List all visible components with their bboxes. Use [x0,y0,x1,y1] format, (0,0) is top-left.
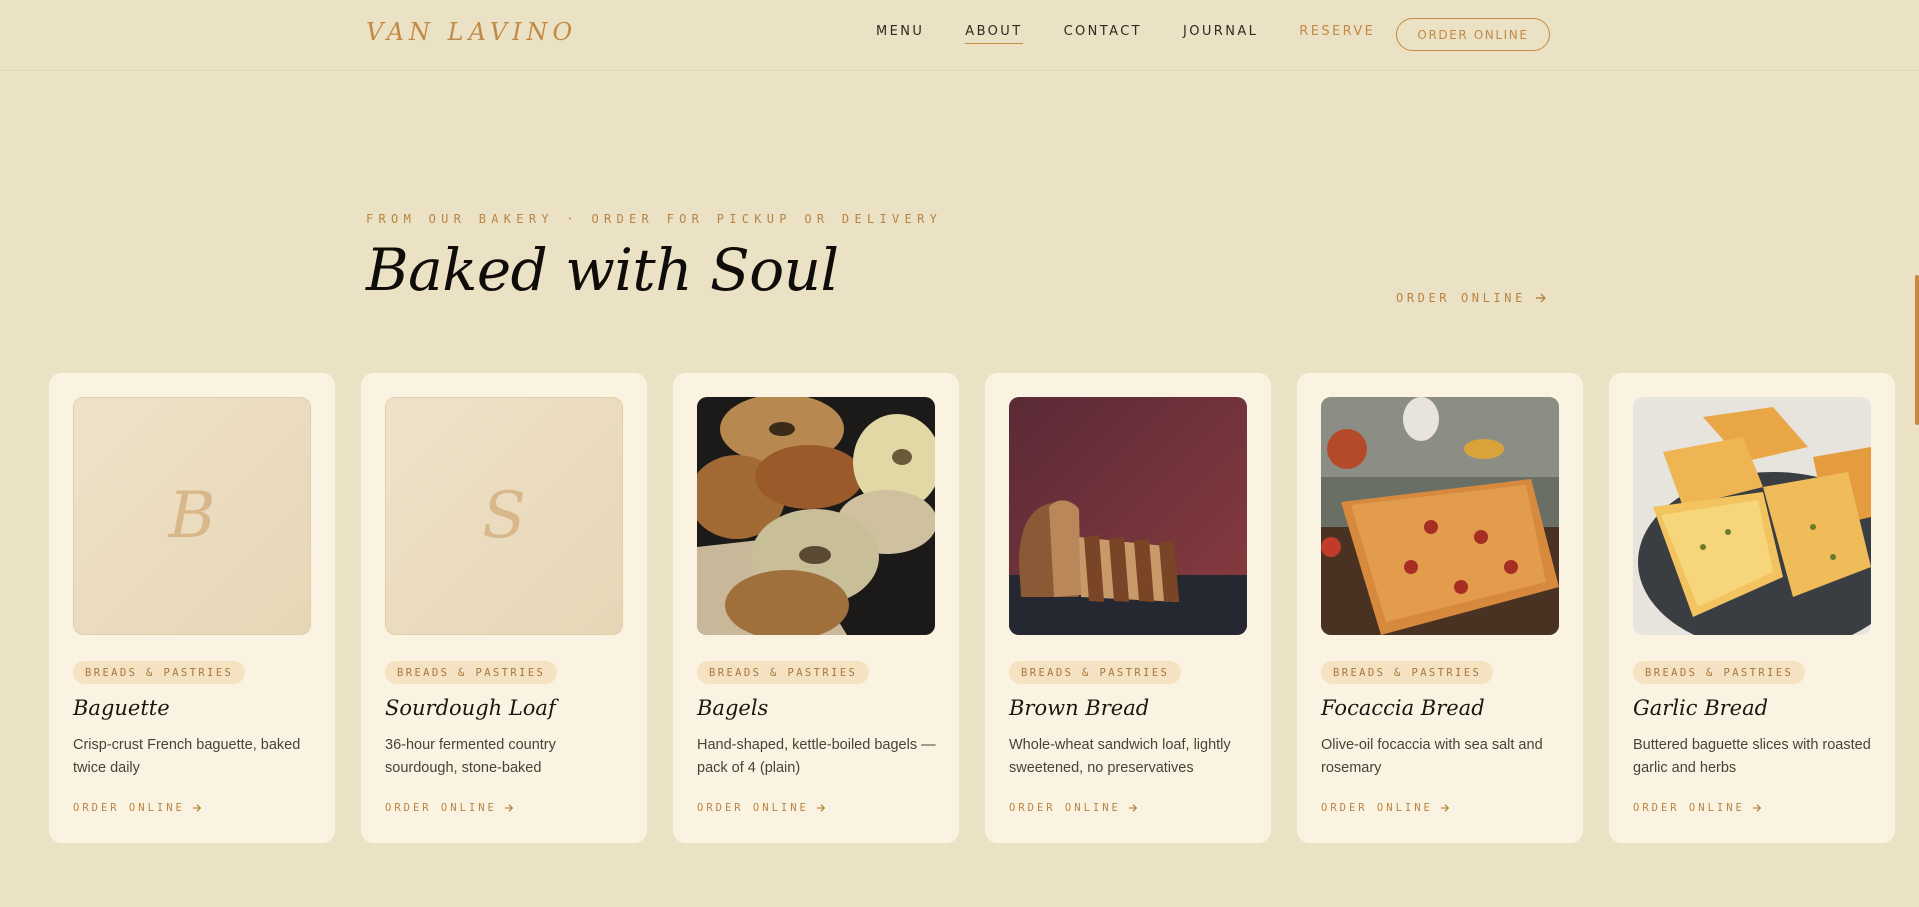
order-online-link[interactable]: ORDER ONLINE [697,802,826,814]
placeholder-letter: B [73,397,311,635]
order-online-link-label: ORDER ONLINE [1633,802,1745,814]
product-description: Whole-wheat sandwich loaf, lightly sweet… [1009,737,1231,776]
order-online-link[interactable]: ORDER ONLINE [73,802,202,814]
product-name: Brown Bread [1009,696,1150,720]
bagels-photo [697,397,935,635]
product-description: Crisp-crust French baguette, baked twice… [73,737,301,776]
order-online-link-label: ORDER ONLINE [1321,802,1433,814]
arrow-right-icon [504,804,514,812]
garlic-bread-photo [1633,397,1871,635]
arrow-right-icon [1535,293,1546,303]
arrow-right-icon [1440,804,1450,812]
focaccia-image [1321,397,1559,635]
product-card-baguette[interactable]: B BREADS & PASTRIES Baguette Crisp-crust… [48,372,336,844]
category-badge: BREADS & PASTRIES [385,661,558,684]
product-card-brown-bread[interactable]: BREADS & PASTRIES Brown Bread Whole-whea… [984,372,1272,844]
product-image-placeholder: B [73,397,311,635]
bagels-image [697,397,935,635]
nav-item-contact[interactable]: CONTACT [1064,24,1142,44]
section-eyebrow: FROM OUR BAKERY · ORDER FOR PICKUP OR DE… [366,212,943,226]
product-name: Focaccia Bread [1321,696,1485,720]
nav-item-menu[interactable]: MENU [876,24,924,44]
order-online-link[interactable]: ORDER ONLINE [1009,802,1138,814]
category-badge: BREADS & PASTRIES [73,661,246,684]
product-card-bagels[interactable]: BREADS & PASTRIES Bagels Hand-shaped, ke… [672,372,960,844]
brown-bread-image [1009,397,1247,635]
order-online-link-label: ORDER ONLINE [697,802,809,814]
product-description: Buttered baguette slices with roasted ga… [1633,737,1871,776]
site-header: VAN LAVINO MENU ABOUT CONTACT JOURNAL RE… [0,0,1919,71]
product-name: Sourdough Loaf [385,696,556,720]
product-name: Bagels [697,696,769,720]
arrow-right-icon [1128,804,1138,812]
order-online-link[interactable]: ORDER ONLINE [385,802,514,814]
product-description: Olive-oil focaccia with sea salt and ros… [1321,737,1543,776]
order-online-link[interactable]: ORDER ONLINE [1321,802,1450,814]
nav-item-journal[interactable]: JOURNAL [1183,24,1258,44]
product-description: Hand-shaped, kettle-boiled bagels — pack… [697,737,936,776]
logo[interactable]: VAN LAVINO [366,18,577,46]
hero-order-link[interactable]: ORDER ONLINE [1396,291,1547,305]
brown-bread-photo [1009,397,1247,635]
main-nav: MENU ABOUT CONTACT JOURNAL RESERVE [876,24,1375,44]
arrow-right-icon [816,804,826,812]
category-badge: BREADS & PASTRIES [1009,661,1182,684]
hero-order-link-label: ORDER ONLINE [1396,291,1526,305]
section-title: Baked with Soul [366,236,839,304]
focaccia-photo [1321,397,1559,635]
order-online-link[interactable]: ORDER ONLINE [1633,802,1762,814]
arrow-right-icon [1752,804,1762,812]
product-card-sourdough[interactable]: S BREADS & PASTRIES Sourdough Loaf 36-ho… [360,372,648,844]
product-name: Baguette [73,696,170,720]
scrollbar-thumb[interactable] [1915,275,1919,425]
nav-item-reserve[interactable]: RESERVE [1299,24,1375,44]
arrow-right-icon [192,804,202,812]
category-badge: BREADS & PASTRIES [1633,661,1806,684]
garlic-bread-image [1633,397,1871,635]
order-online-button[interactable]: ORDER ONLINE [1396,18,1550,51]
product-description: 36-hour fermented country sourdough, sto… [385,737,556,776]
placeholder-letter: S [385,397,623,635]
category-badge: BREADS & PASTRIES [1321,661,1494,684]
product-card-garlic-bread[interactable]: BREADS & PASTRIES Garlic Bread Buttered … [1608,372,1896,844]
product-image-placeholder: S [385,397,623,635]
order-online-link-label: ORDER ONLINE [73,802,185,814]
order-online-link-label: ORDER ONLINE [385,802,497,814]
product-name: Garlic Bread [1633,696,1769,720]
category-badge: BREADS & PASTRIES [697,661,870,684]
order-online-link-label: ORDER ONLINE [1009,802,1121,814]
nav-item-about[interactable]: ABOUT [965,24,1023,44]
product-card-focaccia[interactable]: BREADS & PASTRIES Focaccia Bread Olive-o… [1296,372,1584,844]
